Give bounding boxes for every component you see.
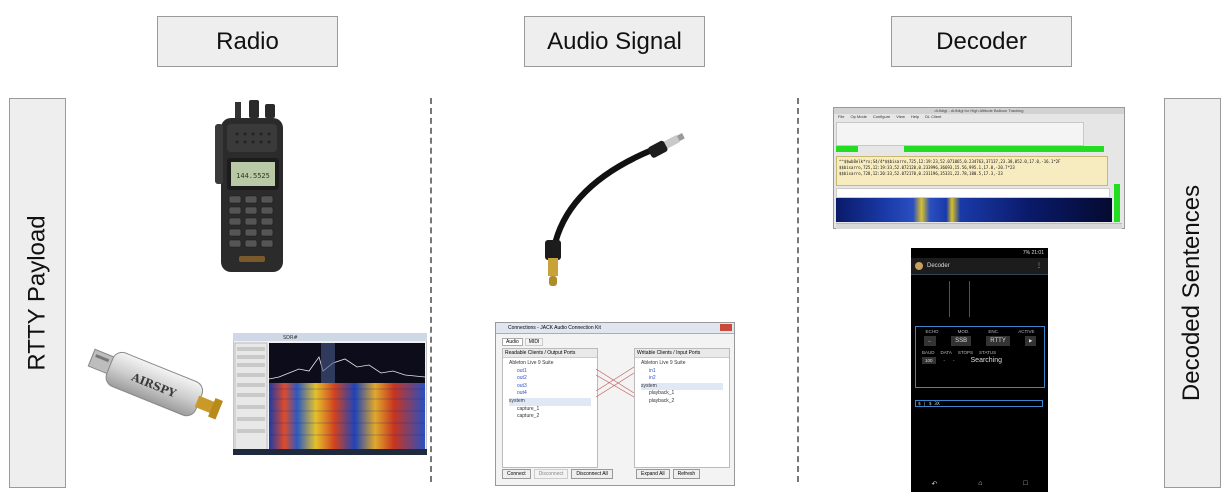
handheld-radio-image: 144.5525: [215, 100, 283, 272]
phone-app-bar: Decoder ⋮: [911, 258, 1048, 274]
phone-screenshot: 7% 21:01 Decoder ⋮ ECHO MOD. ENC. ACTIVE…: [911, 248, 1048, 492]
phone-status-bar: 7% 21:01: [911, 248, 1048, 258]
expand-all-button[interactable]: Expand All: [636, 469, 670, 479]
decoded-log: $ | $ 3X: [915, 400, 1043, 407]
disconnect-button[interactable]: Disconnect: [533, 469, 569, 479]
battery-text: 7%: [1022, 250, 1031, 256]
input-ports-panel: Writable Clients / Input Ports Ableton L…: [634, 348, 730, 468]
jack-connections-window: Connections - JACK Audio Connection Kit …: [495, 322, 735, 486]
menu-view[interactable]: View: [896, 114, 905, 120]
list-item[interactable]: Ableton Live 9 Suite: [641, 360, 723, 368]
echo-button[interactable]: ←: [923, 336, 937, 346]
active-label: ACTIVE: [1018, 329, 1035, 334]
menu-op-mode[interactable]: Op Mode: [850, 114, 866, 120]
stops-value: -: [953, 358, 955, 363]
menu-dl-client[interactable]: DL Client: [925, 114, 941, 120]
jack-title-bar: Connections - JACK Audio Connection Kit: [496, 323, 734, 334]
mod-button[interactable]: SSB: [951, 336, 972, 346]
menu-configure[interactable]: Configure: [873, 114, 890, 120]
rtty-payload-label: RTTY Payload: [23, 215, 51, 371]
fldigi-menu-bar: File Op Mode Configure View Help DL Clie…: [834, 114, 1124, 120]
input-ports-header: Writable Clients / Input Ports: [635, 349, 729, 358]
home-icon[interactable]: ⌂: [978, 480, 982, 492]
list-item[interactable]: out1: [509, 368, 591, 376]
back-icon[interactable]: ↶: [931, 480, 937, 492]
jack-title: Connections - JACK Audio Connection Kit: [508, 325, 601, 331]
list-item[interactable]: playback_2: [641, 398, 723, 406]
fldigi-level-meter: [1114, 184, 1120, 222]
fldigi-bottom-bar: [836, 223, 1122, 229]
fldigi-status-strip: [836, 146, 858, 152]
fldigi-fields: [836, 122, 1084, 146]
audio-cable-image: [545, 133, 685, 286]
fldigi-window: dl-fldigi - dl-fldigi for High Altitude …: [833, 107, 1125, 229]
list-item[interactable]: out3: [509, 383, 591, 391]
fldigi-waterfall: [836, 198, 1112, 222]
stops-label: STOPS: [957, 350, 974, 355]
list-item[interactable]: out2: [509, 375, 591, 383]
separator-right: [797, 98, 799, 482]
decoded-sentences-label: Decoded Sentences: [1178, 184, 1206, 402]
menu-help[interactable]: Help: [911, 114, 919, 120]
list-item[interactable]: in2: [641, 375, 723, 383]
radio-display-text: 144.5525: [236, 172, 270, 180]
disconnect-all-button[interactable]: Disconnect All: [571, 469, 613, 479]
close-icon[interactable]: [720, 324, 732, 331]
connect-button[interactable]: Connect: [502, 469, 531, 479]
list-item[interactable]: capture_2: [509, 413, 591, 421]
tab-audio[interactable]: Audio: [502, 338, 523, 346]
play-icon[interactable]: ▶: [1024, 336, 1037, 346]
enc-label: ENC.: [988, 329, 1000, 334]
menu-file[interactable]: File: [838, 114, 844, 120]
sdr-sharp-screenshot: SDR#: [233, 333, 427, 455]
output-ports-panel: Readable Clients / Output Ports Ableton …: [502, 348, 598, 468]
list-item[interactable]: capture_1: [509, 406, 591, 414]
signal-scope: [911, 274, 1048, 325]
fldigi-transmit-area: [836, 188, 1110, 198]
status-label: STATUS: [979, 350, 997, 355]
decoded-sentences-box: Decoded Sentences: [1164, 98, 1221, 488]
list-item[interactable]: playback_1: [641, 390, 723, 398]
list-item[interactable]: out4: [509, 390, 591, 398]
mod-label: MOD.: [957, 329, 970, 334]
decoded-line: $$bisarro,728,12:20:33,52.072170,0.23119…: [839, 171, 1003, 176]
enc-button[interactable]: RTTY: [986, 336, 1010, 346]
clock-text: 21:01: [1031, 250, 1044, 256]
fldigi-decoded-text-area: ^^$$wb8elk*rx;S4/4*$$bisarro,725,12:19:2…: [836, 156, 1108, 186]
refresh-button[interactable]: Refresh: [672, 469, 701, 479]
fldigi-status-strip-2: [904, 146, 1104, 152]
control-panel: ECHO MOD. ENC. ACTIVE ← SSB RTTY ▶ BAUD …: [915, 326, 1045, 388]
radio-header: Radio: [157, 16, 338, 67]
data-value: -: [943, 358, 946, 363]
list-item[interactable]: Ableton Live 9 Suite: [509, 360, 591, 368]
app-icon: [915, 262, 923, 270]
baud-field[interactable]: 100: [922, 357, 936, 364]
connection-lines: [596, 366, 634, 398]
tab-midi[interactable]: MIDI: [524, 338, 544, 346]
echo-label: ECHO: [925, 329, 939, 334]
separator-left: [430, 98, 432, 482]
data-label: DATA: [940, 350, 952, 355]
recents-icon[interactable]: □: [1023, 480, 1027, 492]
airspy-dongle-image: AIRSPY: [87, 348, 223, 420]
app-title: Decoder: [927, 263, 950, 269]
list-item[interactable]: system: [509, 397, 591, 406]
overflow-menu-icon[interactable]: ⋮: [1036, 258, 1042, 274]
list-item[interactable]: in1: [641, 368, 723, 376]
status-text: Searching: [970, 357, 1003, 364]
decoder-header: Decoder: [891, 16, 1072, 67]
audio-signal-header: Audio Signal: [524, 16, 705, 67]
list-item[interactable]: system: [641, 382, 723, 391]
rtty-payload-box: RTTY Payload: [9, 98, 66, 488]
baud-label: BAUD: [922, 350, 935, 355]
phone-nav-bar: ↶ ⌂ □: [911, 480, 1048, 492]
output-ports-header: Readable Clients / Output Ports: [503, 349, 597, 358]
sdr-title: SDR#: [283, 335, 298, 341]
